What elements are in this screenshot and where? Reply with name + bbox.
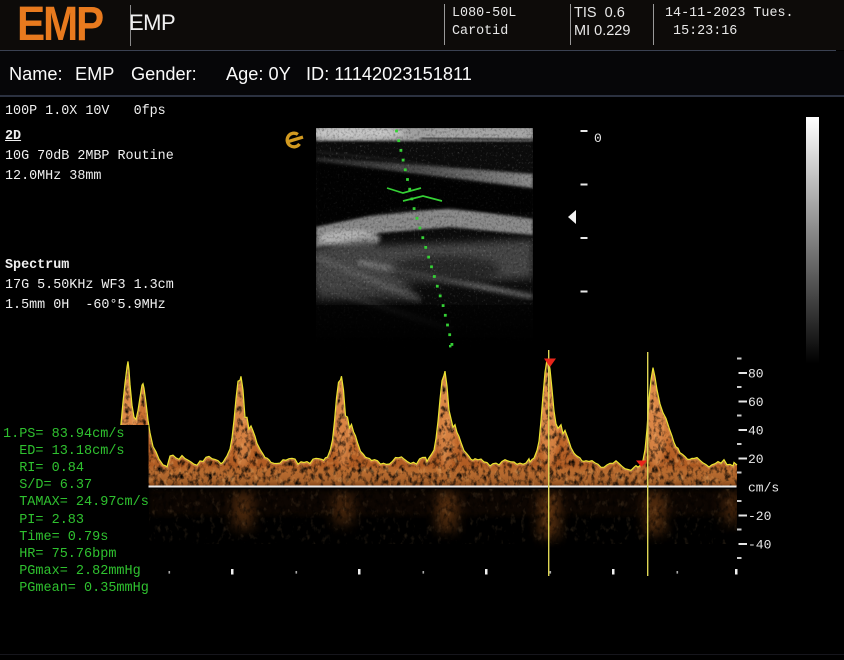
svg-text:cm/s: cm/s (748, 481, 779, 496)
svg-text:80: 80 (748, 367, 764, 382)
svg-text:60: 60 (748, 395, 764, 410)
svg-text:-20: -20 (748, 509, 771, 524)
svg-text:0: 0 (594, 131, 602, 146)
svg-text:40: 40 (748, 424, 764, 439)
svg-text:-40: -40 (748, 538, 771, 553)
svg-text:20: 20 (748, 452, 764, 467)
